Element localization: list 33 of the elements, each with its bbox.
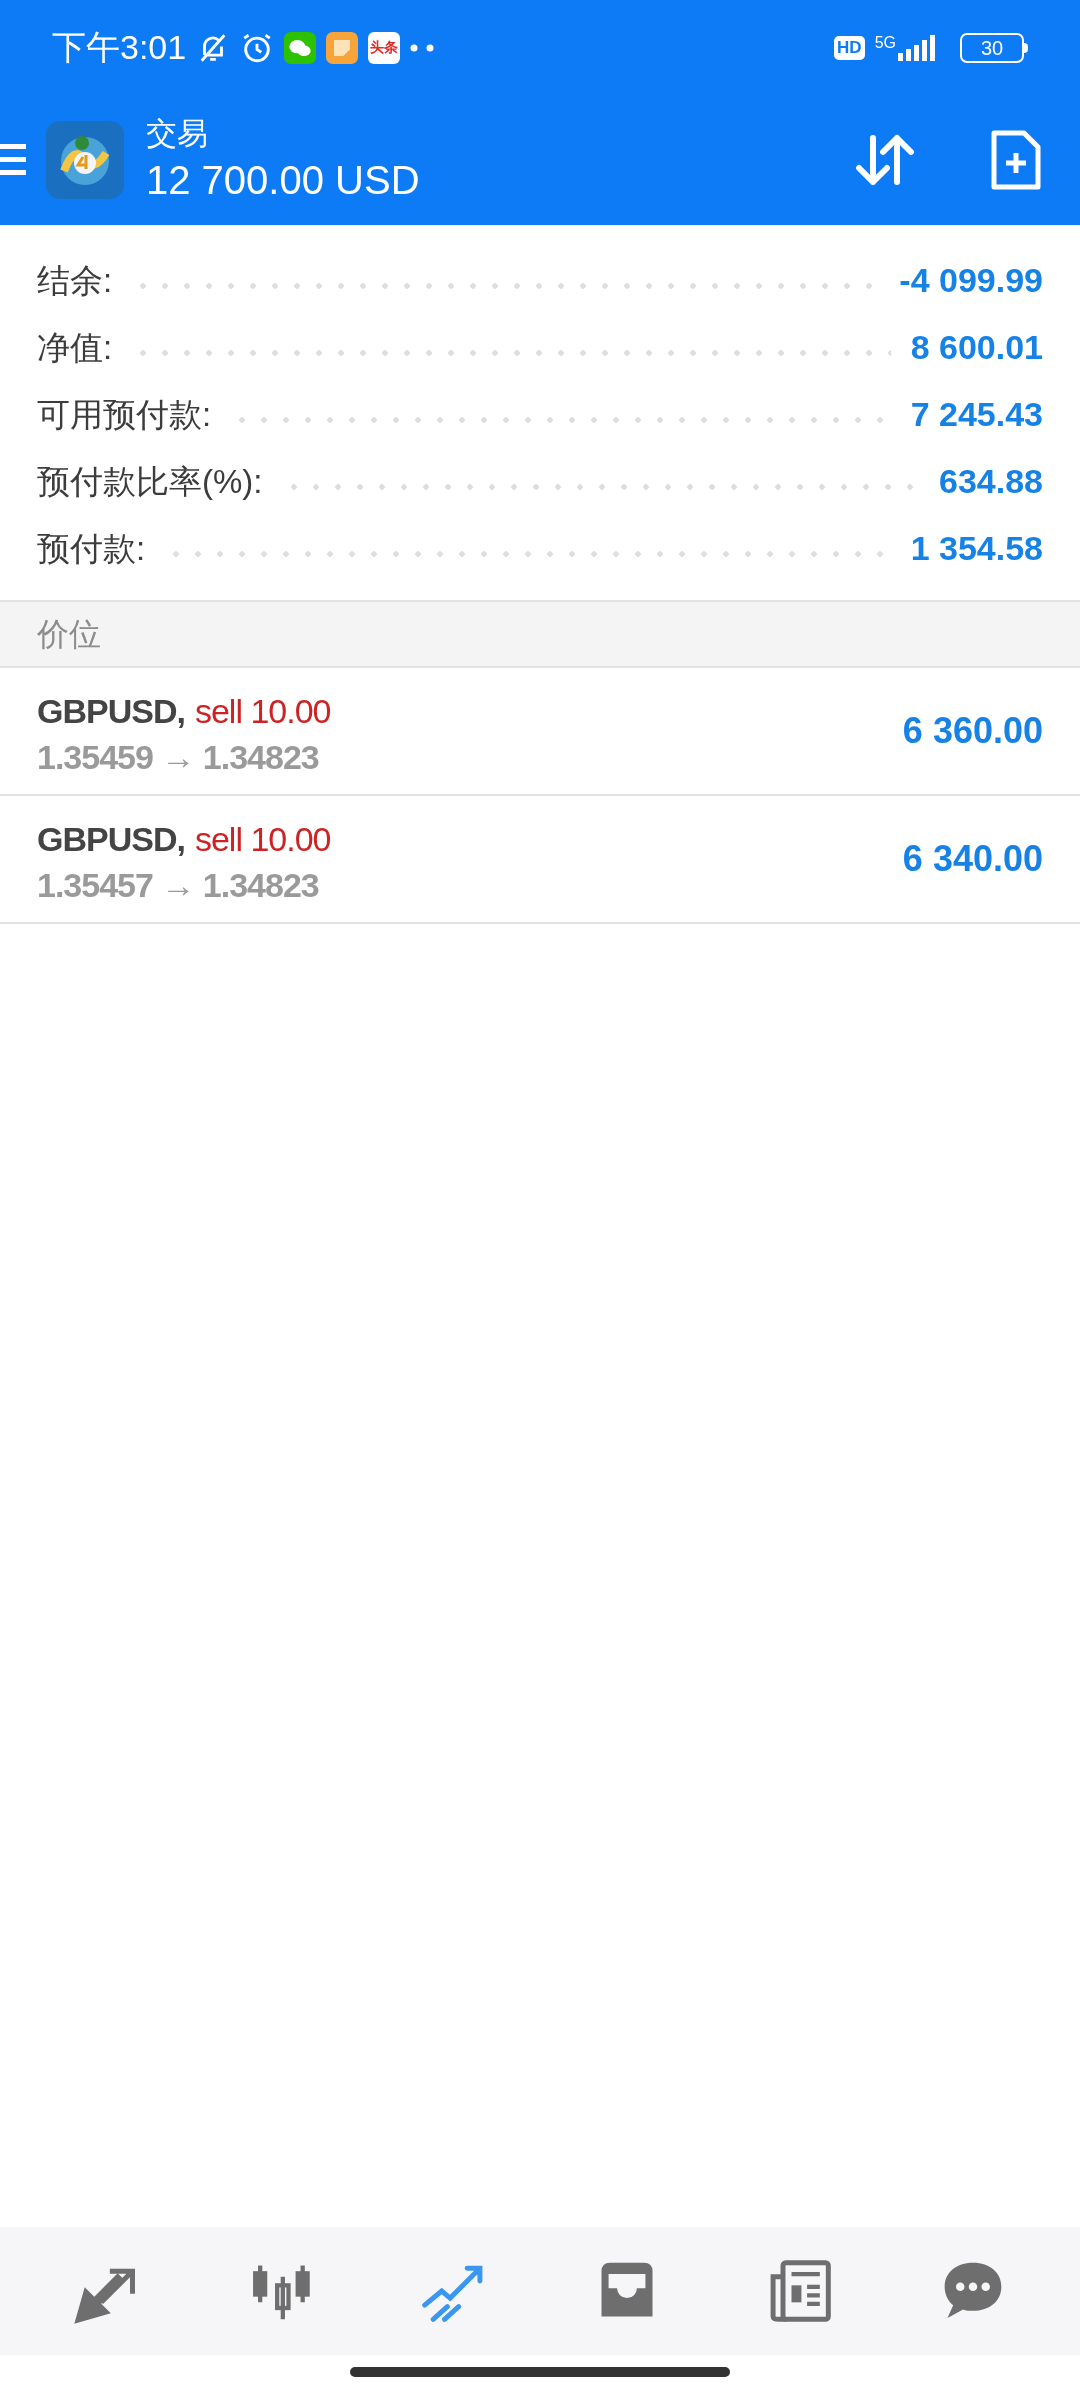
account-balance: 12 700.00 USD (146, 157, 420, 204)
summary-value: 1 354.58 (910, 528, 1043, 569)
screen-title: 交易 (146, 115, 209, 153)
summary-label: 净值: (37, 327, 113, 368)
price-range: 1.35457 → 1.34823 (37, 864, 320, 905)
network-label: 5G (874, 34, 896, 51)
summary-value: 634.88 (939, 461, 1043, 502)
price-range: 1.35459 → 1.34823 (37, 736, 320, 777)
position-row[interactable]: GBPUSD, sell 10.00 1.35457 → 1.34823 6 340.00 (0, 796, 1080, 924)
app-logo-icon (46, 121, 124, 199)
chat-app-icon (284, 31, 317, 64)
section-header: 价位 (37, 615, 101, 654)
note-app-icon (326, 31, 359, 64)
signal-icon (898, 34, 938, 61)
summary-value: 8 600.01 (910, 327, 1043, 368)
new-order-icon[interactable] (990, 129, 1042, 191)
summary-value: 7 245.43 (910, 394, 1043, 435)
status-time: 下午3:01 (52, 27, 187, 68)
sort-icon[interactable] (855, 132, 915, 188)
summary-label: 可用预付款: (37, 394, 212, 435)
news-app-icon: 头条 (368, 31, 401, 64)
summary-label: 预付款比率(%): (37, 461, 263, 502)
profit-value: 6 340.00 (902, 837, 1043, 881)
summary-label: 结余: (37, 260, 113, 301)
summary-value: -4 099.99 (899, 260, 1043, 301)
order-label: sell 10.00 (194, 818, 331, 860)
position-row[interactable]: GBPUSD, sell 10.00 1.35459 → 1.34823 6 360.00 (0, 668, 1080, 796)
summary-label: 预付款: (37, 528, 146, 569)
profit-value: 6 360.00 (902, 709, 1043, 753)
order-label: sell 10.00 (194, 690, 331, 732)
hd-badge: HD (834, 35, 865, 60)
symbol-label: GBPUSD, (37, 690, 185, 732)
symbol-label: GBPUSD, (37, 818, 185, 860)
